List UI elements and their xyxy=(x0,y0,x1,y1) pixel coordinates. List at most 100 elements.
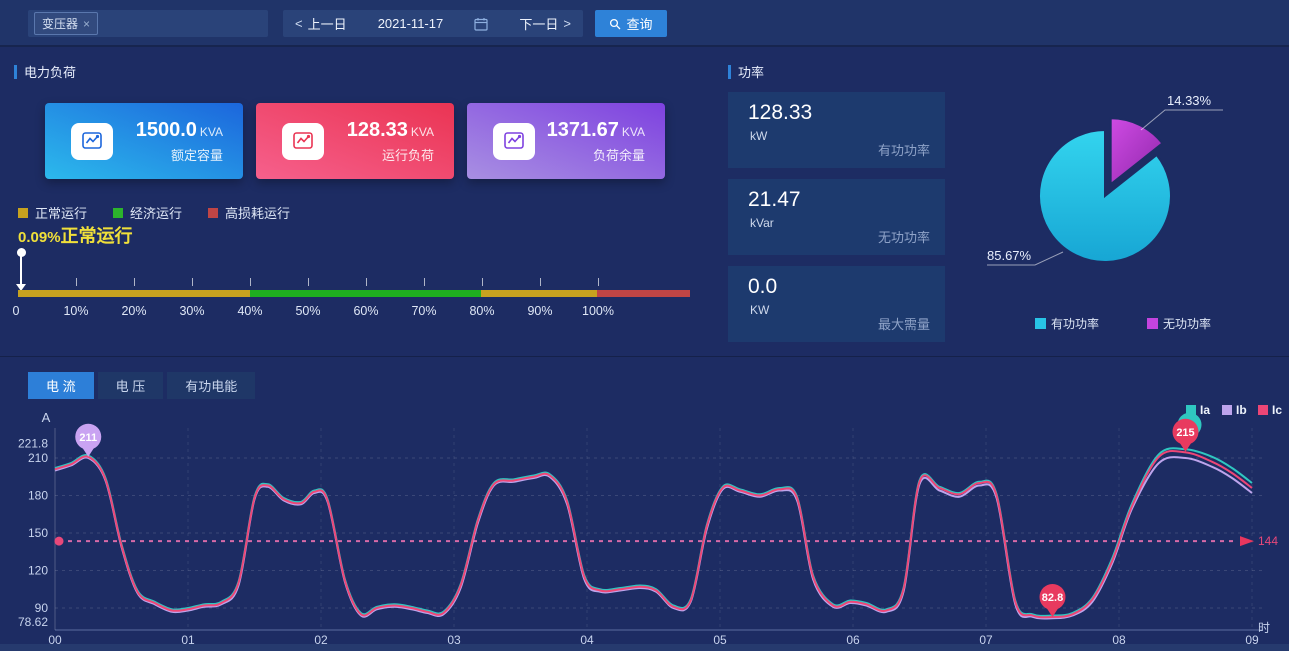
calendar-icon[interactable] xyxy=(474,17,488,31)
y-tick-label: 78.62 xyxy=(18,615,48,629)
line-legend-swatch-icon[interactable] xyxy=(1258,405,1268,415)
gauge-tick xyxy=(134,278,135,286)
date-value[interactable]: 2021-11-17 xyxy=(378,16,444,31)
status-legend-item-2: 高损耗运行 xyxy=(208,203,290,222)
line-legend-swatch-icon[interactable] xyxy=(1186,405,1196,415)
device-tag-label: 变压器 xyxy=(42,15,78,32)
chart-icon xyxy=(493,123,535,160)
power-section-title: 功率 xyxy=(728,62,764,81)
tab-active-energy[interactable]: 有功电能 xyxy=(167,372,255,399)
gauge-tick xyxy=(424,278,425,286)
power-card-label: 无功功率 xyxy=(878,227,930,246)
power-card-value: 128.33 xyxy=(748,101,812,125)
gauge-bar xyxy=(18,290,690,297)
gauge-scale-label: 30% xyxy=(179,304,204,318)
chevron-right-icon: > xyxy=(563,16,571,31)
load-card-content: 1500.0KVA额定容量 xyxy=(113,119,243,164)
load-card-label: 额定容量 xyxy=(113,145,223,164)
load-card-label: 运行负荷 xyxy=(324,145,434,164)
load-card-unit: KVA xyxy=(411,125,434,139)
status-legend-label: 高损耗运行 xyxy=(225,203,290,222)
gauge-tick xyxy=(308,278,309,286)
power-section-title-text: 功率 xyxy=(738,62,764,81)
power-card-value: 21.47 xyxy=(748,188,801,212)
load-card-2: 1371.67KVA 负荷余量 xyxy=(467,103,665,179)
power-card-1: 21.47kVar无功功率 xyxy=(728,179,945,255)
y-tick-label: 120 xyxy=(28,564,48,578)
pie-legend-swatch-icon[interactable] xyxy=(1035,318,1046,329)
current-line-chart: A221.82101801501209078.62000102030405060… xyxy=(0,400,1289,646)
gauge-tick xyxy=(192,278,193,286)
device-select[interactable]: 变压器 × xyxy=(28,10,268,37)
gauge-tick xyxy=(598,278,599,286)
gauge-segment-1 xyxy=(250,290,482,297)
pie-leader-line xyxy=(1141,110,1223,130)
chart-icon xyxy=(282,123,324,160)
pie-legend-swatch-icon[interactable] xyxy=(1147,318,1158,329)
gauge-tick xyxy=(250,278,251,286)
power-card-label: 最大需量 xyxy=(878,314,930,333)
power-card-0: 128.33kW有功功率 xyxy=(728,92,945,168)
tab-voltage[interactable]: 电 压 xyxy=(98,372,164,399)
power-card-value: 0.0 xyxy=(748,275,777,299)
title-accent-bar xyxy=(14,65,17,79)
tag-close-icon[interactable]: × xyxy=(83,17,90,31)
gauge-pointer-stem xyxy=(20,256,22,284)
load-card-unit: KVA xyxy=(200,125,223,139)
power-card-2: 0.0 KW 最大需量 xyxy=(728,266,945,342)
y-tick-label: 150 xyxy=(28,526,48,540)
power-pie-chart: 14.33% 85.67% 有功功率 无功功率 xyxy=(955,68,1285,353)
prev-day-button[interactable]: < 上一日 xyxy=(295,14,347,33)
load-card-content: 128.33KVA运行负荷 xyxy=(324,119,454,164)
power-card-unit: kW xyxy=(750,129,767,143)
load-card-label: 负荷余量 xyxy=(535,145,645,164)
pie-annotation: 85.67% xyxy=(987,248,1032,263)
line-legend-swatch-icon[interactable] xyxy=(1222,405,1232,415)
legend-swatch-icon xyxy=(18,208,28,218)
footer-strip xyxy=(0,644,1289,651)
gauge-pct-value: 0.09% xyxy=(18,229,61,246)
chevron-left-icon: < xyxy=(295,16,303,31)
section-divider xyxy=(0,356,1289,357)
line-legend-label[interactable]: Ib xyxy=(1236,403,1247,417)
load-card-value-line: 1371.67KVA xyxy=(535,119,645,142)
gauge-scale-label: 0 xyxy=(13,304,20,318)
pie-legend-label[interactable]: 无功功率 xyxy=(1163,316,1211,331)
power-card-unit: KW xyxy=(750,303,769,317)
gauge-scale-label: 10% xyxy=(63,304,88,318)
gauge-segment-0 xyxy=(18,290,250,297)
gauge-segment-3 xyxy=(597,290,690,297)
pie-legend-label[interactable]: 有功功率 xyxy=(1051,316,1099,331)
tab-current[interactable]: 电 流 xyxy=(28,372,94,399)
gauge-tick xyxy=(76,278,77,286)
run-status-legend: 正常运行 经济运行 高损耗运行 xyxy=(18,203,290,222)
marker-label: 211 xyxy=(79,432,97,444)
x-axis-unit: 时 xyxy=(1258,621,1270,635)
load-card-unit: KVA xyxy=(622,125,645,139)
gauge-scale-label: 50% xyxy=(295,304,320,318)
y-tick-label: 210 xyxy=(28,451,48,465)
load-card-0: 1500.0KVA额定容量 xyxy=(45,103,243,179)
status-legend-item-1: 经济运行 xyxy=(113,203,182,222)
gauge-scale-label: 70% xyxy=(411,304,436,318)
pie-annotation: 14.33% xyxy=(1167,93,1212,108)
gauge-segment-2 xyxy=(481,290,597,297)
load-card-content: 1371.67KVA 负荷余量 xyxy=(535,119,665,164)
line-legend-label[interactable]: Ic xyxy=(1272,403,1282,417)
y-tick-label: 180 xyxy=(28,489,48,503)
query-button[interactable]: 查询 xyxy=(595,10,667,37)
marker-label: 215 xyxy=(1176,427,1194,439)
gauge-scale-label: 100% xyxy=(582,304,614,318)
next-day-button[interactable]: 下一日 > xyxy=(519,14,571,33)
gauge-scale-label: 90% xyxy=(527,304,552,318)
average-line-label: 144 xyxy=(1258,534,1278,548)
load-card-1: 128.33KVA运行负荷 xyxy=(256,103,454,179)
line-legend-label[interactable]: Ia xyxy=(1200,403,1210,417)
power-kpi-cards: 128.33kW有功功率21.47kVar无功功率0.0KW最大需量 xyxy=(728,92,945,353)
prev-day-label: 上一日 xyxy=(308,14,347,33)
status-legend-label: 正常运行 xyxy=(35,203,87,222)
series-line-Ic xyxy=(55,451,1252,617)
title-accent-bar xyxy=(728,65,731,79)
chart-icon xyxy=(71,123,113,160)
marker-label: 82.8 xyxy=(1042,592,1063,604)
